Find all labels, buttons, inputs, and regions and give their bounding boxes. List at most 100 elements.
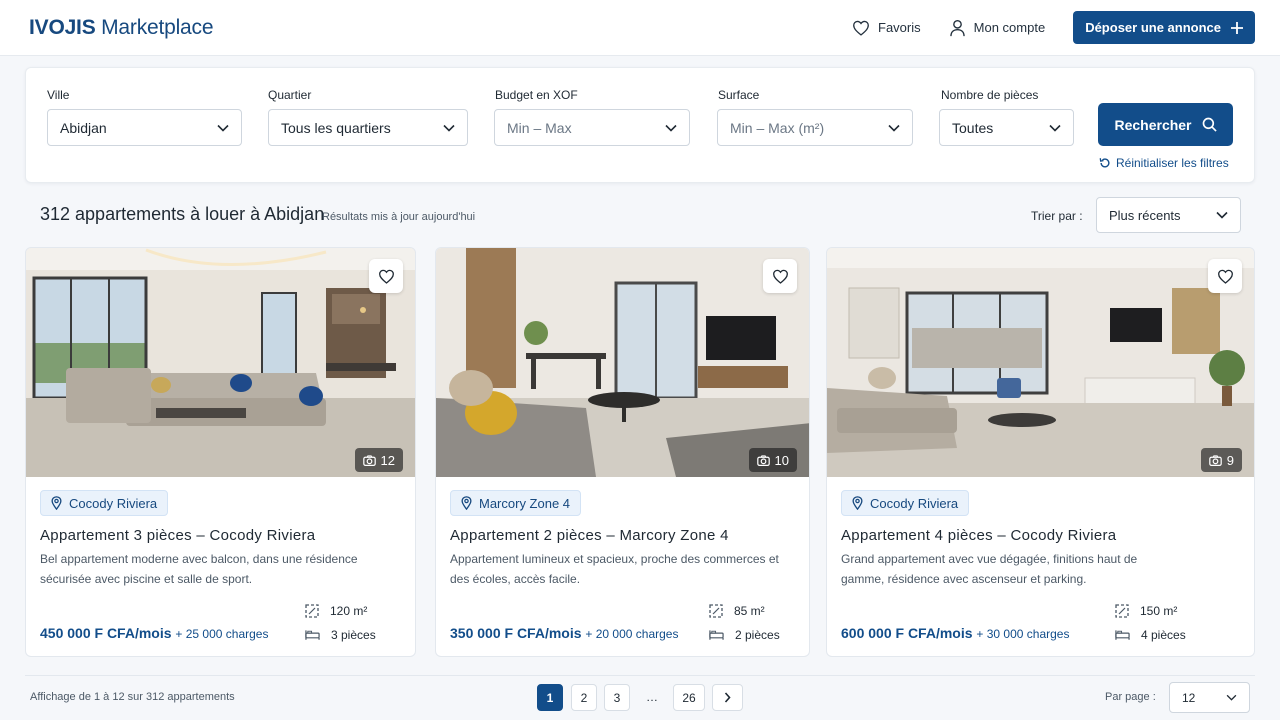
district-select[interactable]: Tous les quartiers (268, 109, 468, 146)
photo-count: 12 (380, 452, 395, 468)
listing-description: Grand appartement avec vue dégagée, fini… (841, 552, 1138, 586)
listing-photo[interactable] (827, 248, 1254, 477)
camera-icon (756, 454, 770, 466)
location-label: Cocody Riviera (69, 495, 158, 511)
rooms-label: Nombre de pièces (941, 88, 1039, 102)
reset-filters-link[interactable]: Réinitialiser les filtres (1099, 156, 1229, 170)
rooms-value: 2 pièces (735, 628, 780, 642)
top-header: IVOJIS Marketplace Favoris Mon compte Dé… (0, 0, 1280, 56)
rooms-select[interactable]: Toutes (939, 109, 1074, 146)
page-button-26[interactable]: 26 (673, 684, 705, 711)
post-listing-button[interactable]: Déposer une annonce (1073, 11, 1255, 44)
charges-value: + 30 000 charges (976, 627, 1070, 641)
bed-icon (709, 630, 724, 640)
sort-select[interactable]: Plus récents (1096, 197, 1241, 233)
city-value: Abidjan (60, 119, 107, 136)
listing-price: 350 000 F CFA/mois + 20 000 charges (450, 625, 678, 641)
location-tag: Cocody Riviera (40, 490, 169, 516)
search-icon (1202, 117, 1217, 132)
results-range-text: Affichage de 1 à 12 sur 312 appartements (30, 691, 235, 703)
results-updated-note: Résultats mis à jour aujourd'hui (322, 211, 476, 223)
listing-title[interactable]: Appartement 2 pièces – Marcory Zone 4 (450, 527, 729, 544)
pagination-ellipsis: … (646, 690, 658, 704)
photo-count: 9 (1226, 452, 1234, 468)
per-page-value: 12 (1182, 690, 1196, 705)
map-pin-icon (852, 496, 863, 510)
user-icon (949, 19, 965, 36)
location-tag: Cocody Riviera (841, 490, 970, 516)
page-button-1[interactable]: 1 (537, 684, 563, 711)
photo-count: 10 (774, 452, 789, 468)
city-select[interactable]: Abidjan (47, 109, 242, 146)
charges-value: + 20 000 charges (585, 627, 679, 641)
rooms-value: Toutes (952, 119, 994, 136)
heart-icon (853, 20, 869, 36)
chevron-down-icon (665, 124, 677, 132)
location-label: Cocody Riviera (870, 495, 959, 511)
listing-title[interactable]: Appartement 4 pièces – Cocody Riviera (841, 527, 1116, 544)
heart-icon (772, 269, 788, 284)
listing-photo[interactable] (26, 248, 415, 477)
chevron-right-icon (724, 692, 731, 703)
per-page-label: Par page : (1105, 691, 1156, 703)
surface-select[interactable]: Min – Max (m²) (717, 109, 913, 146)
listing-photo[interactable] (436, 248, 809, 477)
next-page-button[interactable] (712, 684, 743, 711)
district-value: Tous les quartiers (281, 119, 391, 136)
favorite-button[interactable] (1208, 259, 1242, 293)
listing-description: Appartement lumineux et spacieux, proche… (450, 552, 779, 586)
surface-value: 120 m² (330, 604, 368, 618)
favorite-button[interactable] (369, 259, 403, 293)
camera-icon (362, 454, 376, 466)
living-room-image (436, 248, 809, 477)
surface-value: Min – Max (m²) (730, 119, 825, 136)
listing-card[interactable]: 10 Marcory Zone 4 Appartement 2 pièces –… (435, 247, 810, 657)
living-room-image (827, 248, 1254, 477)
page-button-3[interactable]: 3 (604, 684, 630, 711)
listing-price: 450 000 F CFA/mois + 25 000 charges (40, 625, 268, 641)
photo-count-badge[interactable]: 9 (1200, 448, 1242, 472)
bed-icon (1115, 630, 1130, 640)
search-button-label: Rechercher (1114, 116, 1192, 133)
logo-brand-name: IVOJIS (29, 15, 96, 39)
budget-select[interactable]: Min – Max (494, 109, 690, 146)
favorites-link[interactable]: Favoris (852, 20, 921, 36)
chevron-down-icon (443, 124, 455, 132)
page-button-2[interactable]: 2 (571, 684, 597, 711)
search-button[interactable]: Rechercher (1098, 103, 1233, 146)
chevron-down-icon (1049, 124, 1061, 132)
rooms-spec: 3 pièces (305, 628, 376, 642)
photo-count-badge[interactable]: 10 (748, 448, 797, 472)
budget-label: Budget en XOF (495, 88, 578, 102)
results-count-title: 312 appartements à louer à Abidjan (40, 204, 325, 224)
surface-spec: 85 m² (709, 604, 765, 618)
listing-card[interactable]: 12 Cocody Riviera Appartement 3 pièces –… (25, 247, 416, 657)
surface-value: 150 m² (1140, 604, 1178, 618)
per-page-select[interactable]: 12 (1169, 682, 1250, 713)
listing-card[interactable]: 9 Cocody Riviera Appartement 4 pièces – … (826, 247, 1255, 657)
favorite-button[interactable] (763, 259, 797, 293)
living-room-image (26, 248, 415, 477)
search-filters-panel: Ville Abidjan Quartier Tous les quartier… (25, 67, 1255, 183)
listing-price: 600 000 F CFA/mois + 30 000 charges (841, 625, 1069, 641)
location-tag: Marcory Zone 4 (450, 490, 582, 516)
chevron-down-icon (1226, 694, 1237, 701)
bed-icon (305, 630, 320, 640)
listing-title[interactable]: Appartement 3 pièces – Cocody Riviera (40, 527, 315, 544)
account-link[interactable]: Mon compte (949, 19, 1045, 37)
surface-spec: 120 m² (305, 604, 367, 618)
rooms-spec: 2 pièces (709, 628, 780, 642)
photo-count-badge[interactable]: 12 (354, 448, 403, 472)
price-value: 350 000 F CFA/mois (450, 625, 582, 641)
chevron-down-icon (1216, 211, 1228, 219)
brand-logo[interactable]: IVOJIS Marketplace (29, 15, 214, 40)
sort-value: Plus récents (1109, 207, 1181, 223)
surface-label: Surface (718, 88, 760, 102)
listing-description: Bel appartement moderne avec balcon, dan… (40, 552, 358, 586)
price-value: 600 000 F CFA/mois (841, 625, 973, 641)
district-label: Quartier (268, 88, 312, 102)
camera-icon (1208, 454, 1222, 466)
reset-filters-label: Réinitialiser les filtres (1116, 156, 1229, 170)
budget-value: Min – Max (507, 119, 572, 136)
location-label: Marcory Zone 4 (479, 495, 571, 511)
